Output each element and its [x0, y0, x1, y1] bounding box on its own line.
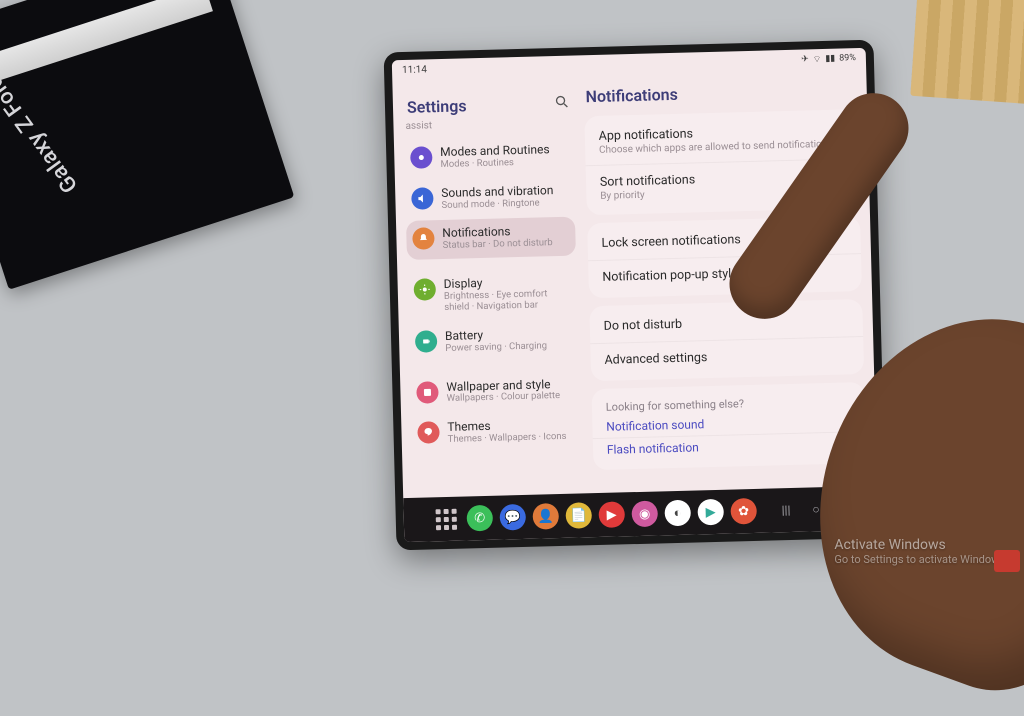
row-popup-style[interactable]: Notification pop-up style [588, 253, 862, 294]
apps-drawer-icon[interactable] [433, 506, 460, 533]
product-box-prop: Galaxy Z Fold6 [0, 0, 294, 290]
sidebar-item-wallpaper[interactable]: Wallpaper and style Wallpapers · Colour … [410, 370, 580, 413]
card-looking-for: Looking for something else? Notification… [591, 382, 866, 470]
dock-youtube-icon[interactable]: ▶ [598, 501, 625, 528]
row-advanced-settings[interactable]: Advanced settings [590, 336, 864, 377]
item-sub: Themes · Wallpapers · Icons [448, 432, 567, 446]
dock-play-icon[interactable]: ▶ [697, 499, 724, 526]
dock-chrome-icon[interactable]: ◐ [664, 500, 691, 527]
vibrate-icon: ✈ [801, 54, 809, 64]
bell-icon [412, 228, 435, 251]
link-text: Flash notification [607, 436, 852, 456]
sidebar-item-sounds[interactable]: Sounds and vibration Sound mode · Ringto… [405, 176, 575, 219]
sidebar-item-battery[interactable]: Battery Power saving · Charging [409, 319, 579, 362]
item-sub: Modes · Routines [440, 157, 550, 171]
sidebar-item-notifications[interactable]: Notifications Status bar · Do not distur… [406, 217, 576, 260]
card-dnd: Do not disturb Advanced settings [589, 299, 864, 381]
row-title: Lock screen notifications [601, 229, 846, 250]
settings-title: Settings [407, 96, 467, 117]
link-text: Notification sound [606, 413, 851, 433]
display-icon [414, 278, 437, 301]
card-lockscreen: Lock screen notifications Notification p… [587, 216, 862, 298]
dock-phone-icon[interactable]: ✆ [466, 505, 493, 532]
search-hint[interactable]: assist [405, 117, 570, 132]
watermark-sub: Go to Settings to activate Windows. [834, 553, 1008, 566]
notifications-detail-pane: Notifications App notifications Choose w… [577, 68, 877, 493]
item-sub: Brightness · Eye comfort shield · Naviga… [444, 289, 571, 314]
link-flash-notification[interactable]: Flash notification [593, 431, 867, 466]
card-app-notifications: App notifications Choose which apps are … [584, 109, 860, 215]
product-box-label: Galaxy Z Fold6 [0, 59, 83, 197]
wood-block-prop [910, 0, 1024, 104]
item-sub: Status bar · Do not disturb [443, 238, 553, 252]
nav-back-icon[interactable]: < [841, 502, 847, 516]
row-title: Do not disturb [603, 312, 848, 333]
dock-notes-icon[interactable]: 📄 [565, 502, 592, 529]
row-sort-notifications[interactable]: Sort notifications By priority [585, 158, 859, 211]
settings-master-pane: Settings assist Modes and Routines Modes… [392, 75, 588, 498]
settings-list: Modes and Routines Modes · Routines Soun… [404, 136, 581, 454]
nav-recent-icon[interactable]: ||| [781, 503, 790, 517]
wallpaper-icon [416, 381, 439, 404]
sound-icon [411, 187, 434, 210]
dock-camera-icon[interactable]: ◉ [631, 500, 658, 527]
row-title: Advanced settings [604, 346, 849, 367]
wifi-icon: ⌔ [813, 54, 822, 65]
battery-text: 89% [839, 53, 856, 63]
tablet-device: 11:14 ✈ ⌔ ▮▮ 89% Settings assist [384, 40, 887, 551]
battery-icon [415, 330, 438, 353]
routines-icon [410, 146, 433, 169]
screen: 11:14 ✈ ⌔ ▮▮ 89% Settings assist [392, 48, 878, 542]
item-sub: Wallpapers · Colour palette [447, 391, 561, 405]
windows-activation-watermark: Activate Windows Go to Settings to activ… [834, 537, 1008, 566]
item-sub: Power saving · Charging [445, 341, 547, 355]
dock-chat-icon[interactable]: 💬 [499, 504, 526, 531]
row-app-notifications[interactable]: App notifications Choose which apps are … [584, 113, 858, 165]
detail-title: Notifications [585, 80, 855, 106]
nav-buttons: ||| ○ < [781, 502, 848, 518]
sidebar-item-modes[interactable]: Modes and Routines Modes · Routines [404, 136, 574, 179]
status-time: 11:14 [402, 64, 427, 76]
dock-gallery-icon[interactable]: ✿ [730, 498, 757, 525]
dock-contacts-icon[interactable]: 👤 [532, 503, 559, 530]
row-title: Notification pop-up style [602, 263, 847, 284]
corner-badge [994, 550, 1020, 572]
item-sub: Sound mode · Ringtone [441, 198, 553, 212]
search-icon[interactable] [554, 93, 570, 109]
nav-home-icon[interactable]: ○ [812, 502, 820, 516]
status-right-cluster: ✈ ⌔ ▮▮ 89% [801, 53, 856, 65]
signal-icon: ▮▮ [825, 54, 835, 64]
themes-icon [417, 421, 440, 444]
sidebar-item-themes[interactable]: Themes Themes · Wallpapers · Icons [411, 411, 581, 454]
watermark-title: Activate Windows [834, 537, 945, 553]
sidebar-item-display[interactable]: Display Brightness · Eye comfort shield … [407, 268, 577, 322]
